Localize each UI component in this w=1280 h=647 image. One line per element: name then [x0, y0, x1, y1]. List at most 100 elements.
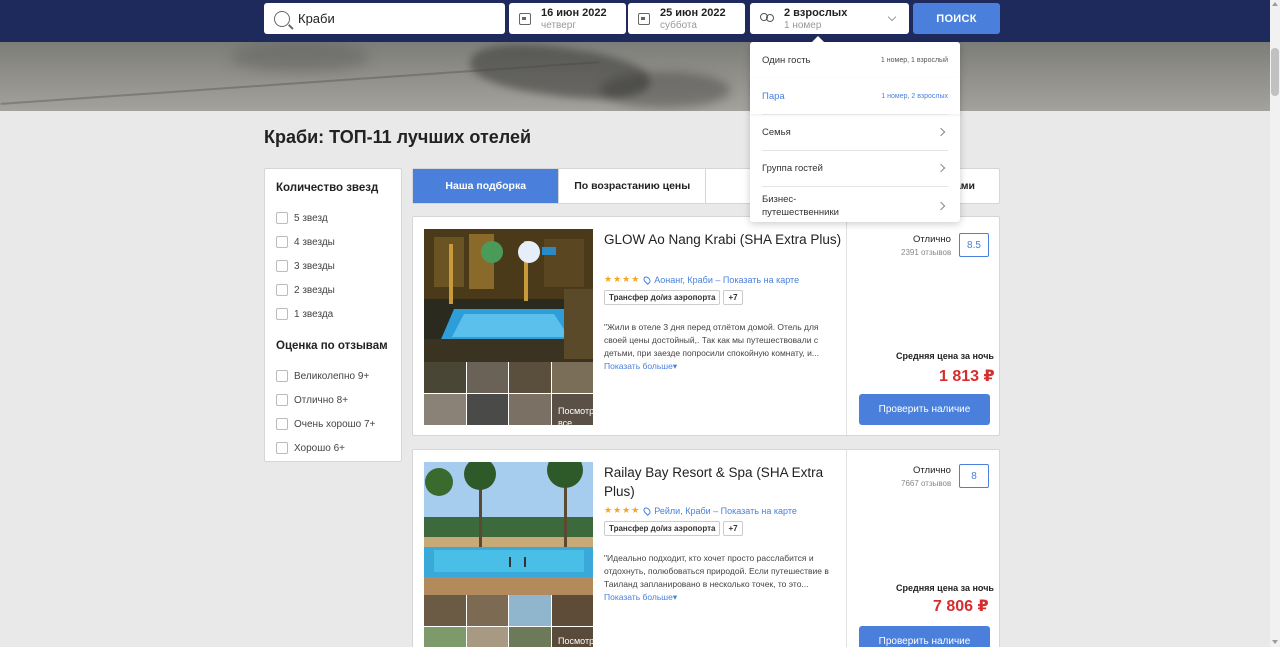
hotel-review: "Идеально подходит, кто хочет просто рас… — [604, 552, 830, 604]
view-all-photos[interactable]: Посмотреть все — [558, 635, 608, 647]
hotel-main-photo[interactable] — [424, 229, 593, 362]
checkbox[interactable] — [276, 212, 288, 224]
filter-stars-3[interactable]: 3 звезды — [276, 254, 390, 278]
checkbox-label: 1 звезда — [294, 308, 334, 320]
hotel-name[interactable]: GLOW Ao Nang Krabi (SHA Extra Plus) — [604, 230, 844, 249]
checkbox[interactable] — [276, 442, 288, 454]
review-text: "Идеально подходит, кто хочет просто рас… — [604, 553, 829, 589]
checkin-weekday: четверг — [541, 19, 576, 31]
check-availability-button[interactable]: Проверить наличие — [859, 394, 990, 425]
checkbox[interactable] — [276, 394, 288, 406]
city-search-field[interactable]: Краби — [264, 3, 505, 34]
checkout-date-field[interactable]: 25 июн 2022 суббота — [628, 3, 745, 34]
guest-type-dropdown: Один гость 1 номер, 1 взрослый Пара 1 но… — [750, 36, 960, 222]
option-label: Семья — [762, 126, 791, 138]
page-scrollbar[interactable] — [1270, 0, 1280, 647]
filter-stars-4[interactable]: 4 звезды — [276, 230, 390, 254]
filter-rating-9[interactable]: Великолепно 9+ — [276, 364, 390, 388]
option-detail: 1 номер, 2 взрослых — [881, 92, 948, 100]
guest-option-family[interactable]: Семья — [762, 125, 948, 139]
checkbox[interactable] — [276, 418, 288, 430]
filter-rating-8[interactable]: Отлично 8+ — [276, 388, 390, 412]
option-detail: 1 номер, 1 взрослый — [880, 56, 948, 64]
hero-image — [0, 42, 1270, 111]
show-more-link[interactable]: Показать больше▾ — [604, 592, 677, 602]
hotel-stars: ★★★★ — [604, 274, 641, 284]
checkbox-label: Отлично 8+ — [294, 394, 349, 406]
filter-stars-1[interactable]: 1 звезда — [276, 302, 390, 326]
checkbox[interactable] — [276, 308, 288, 320]
checkbox-label: Великолепно 9+ — [294, 370, 370, 382]
guest-option-single[interactable]: Один гость 1 номер, 1 взрослый — [762, 53, 948, 67]
tab-our-selection[interactable]: Наша подборка — [413, 169, 560, 203]
reviews-count[interactable]: 7667 отзывов — [901, 479, 951, 488]
filter-rating-7[interactable]: Очень хорошо 7+ — [276, 412, 390, 436]
chevron-right-icon — [936, 127, 946, 137]
show-on-map-link[interactable]: Рейли, Краби – Показать на карте — [654, 506, 797, 516]
hotel-stars: ★★★★ — [604, 505, 641, 515]
checkbox[interactable] — [276, 236, 288, 248]
hotel-tags: Трансфер до/из аэропорта +7 — [604, 290, 743, 305]
hotel-tags: Трансфер до/из аэропорта +7 — [604, 521, 743, 536]
hotel-price: 1 813 ₽ — [939, 368, 995, 385]
guest-option-business[interactable]: Бизнес- путешественники — [762, 192, 948, 220]
city-value: Краби — [298, 11, 335, 26]
option-label: Пара — [762, 90, 785, 102]
checkin-date-field[interactable]: 16 июн 2022 четверг — [509, 3, 626, 34]
scroll-down-arrow[interactable] — [1272, 640, 1278, 644]
people-icon — [760, 12, 774, 25]
chevron-right-icon — [936, 201, 946, 211]
scroll-thumb[interactable] — [1271, 48, 1279, 96]
checkout-weekday: суббота — [660, 19, 697, 31]
checkbox-label: Хорошо 6+ — [294, 442, 346, 454]
price-label: Средняя цена за ночь — [896, 583, 994, 593]
search-icon — [274, 10, 290, 27]
guest-option-couple[interactable]: Пара 1 номер, 2 взрослых — [762, 89, 948, 103]
stars-filter-heading: Количество звезд — [276, 182, 379, 194]
search-button[interactable]: ПОИСК — [913, 3, 1000, 34]
page-title: Краби: ТОП-11 лучших отелей — [264, 127, 532, 147]
checkbox-label: 3 звезды — [294, 260, 335, 272]
card-divider — [846, 450, 847, 647]
chevron-down-icon — [887, 12, 897, 22]
checkbox-label: 2 звезды — [294, 284, 335, 296]
tag-transfer: Трансфер до/из аэропорта — [604, 290, 721, 305]
view-all-photos[interactable]: Посмотреть все — [558, 405, 608, 429]
tag-more[interactable]: +7 — [723, 290, 743, 305]
hotel-price: 7 806 ₽ — [933, 598, 989, 615]
score-badge: 8.5 — [959, 233, 989, 257]
hotel-location: ★★★★ Аонанг, Краби – Показать на карте — [604, 274, 799, 285]
checkout-date: 25 июн 2022 — [660, 6, 726, 19]
option-label: Группа гостей — [762, 162, 823, 174]
scroll-up-arrow[interactable] — [1272, 2, 1278, 6]
check-availability-button[interactable]: Проверить наличие — [859, 626, 990, 647]
review-text: "Жили в отеле 3 дня перед отлётом домой.… — [604, 322, 819, 358]
hotel-name[interactable]: Railay Bay Resort & Spa (SHA Extra Plus) — [604, 463, 844, 501]
guest-option-group[interactable]: Группа гостей — [762, 161, 948, 175]
hotel-card: Посмотреть все GLOW Ao Nang Krabi (SHA E… — [412, 216, 1000, 436]
card-divider — [846, 217, 847, 435]
reviews-count[interactable]: 2391 отзывов — [901, 248, 951, 257]
chevron-right-icon — [936, 163, 946, 173]
tab-price-ascending[interactable]: По возрастанию цены — [559, 169, 706, 203]
hotel-main-photo[interactable] — [424, 462, 593, 595]
checkbox[interactable] — [276, 370, 288, 382]
show-more-link[interactable]: Показать больше▾ — [604, 361, 677, 371]
hotel-review: "Жили в отеле 3 дня перед отлётом домой.… — [604, 321, 830, 373]
tag-transfer: Трансфер до/из аэропорта — [604, 521, 721, 536]
filter-stars-5[interactable]: 5 звезд — [276, 206, 390, 230]
checkbox[interactable] — [276, 284, 288, 296]
calendar-icon — [638, 12, 650, 25]
filter-rating-6[interactable]: Хорошо 6+ — [276, 436, 390, 460]
show-on-map-link[interactable]: Аонанг, Краби – Показать на карте — [654, 275, 799, 285]
rating-filter-heading: Оценка по отзывам — [276, 340, 388, 352]
hotel-card: Посмотреть все Railay Bay Resort & Spa (… — [412, 449, 1000, 647]
score-badge: 8 — [959, 464, 989, 488]
hotel-location: ★★★★ Рейли, Краби – Показать на карте — [604, 505, 797, 516]
tag-more[interactable]: +7 — [723, 521, 743, 536]
price-label: Средняя цена за ночь — [896, 351, 994, 361]
filter-stars-2[interactable]: 2 звезды — [276, 278, 390, 302]
guests-selector[interactable]: 2 взрослых 1 номер — [750, 3, 909, 34]
checkbox[interactable] — [276, 260, 288, 272]
filters-panel: Количество звезд 5 звезд 4 звезды 3 звез… — [264, 168, 402, 462]
